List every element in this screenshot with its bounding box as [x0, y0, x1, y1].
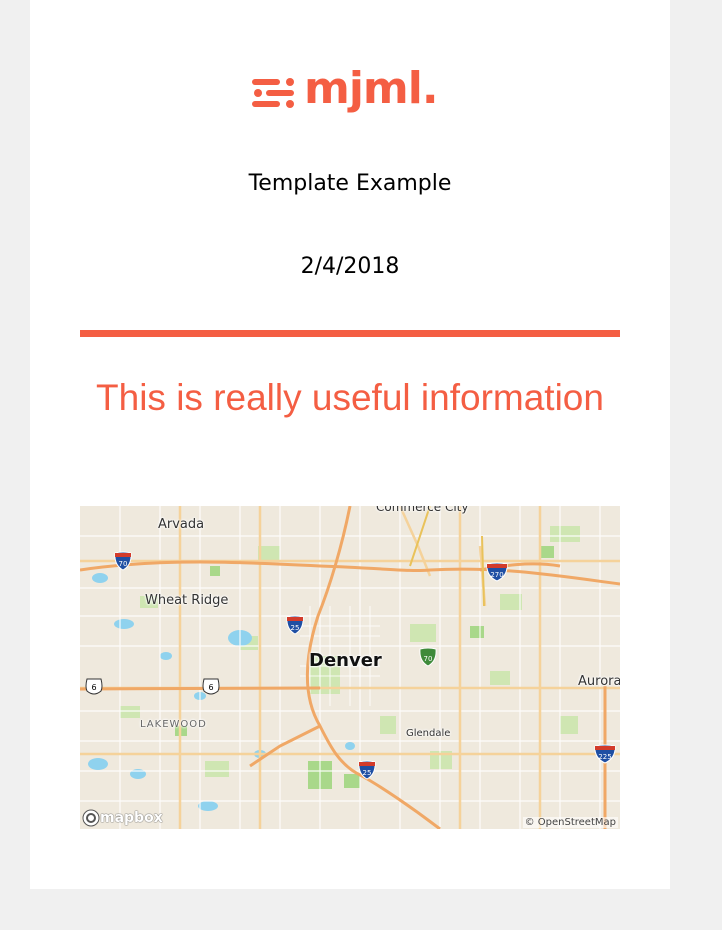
shield-i70-center-label: 70	[424, 655, 433, 663]
email-card: mjml. Template Example 2/4/2018 This is …	[30, 0, 670, 889]
map-label-lakewood: LAKEWOOD	[140, 719, 207, 730]
map-attribution[interactable]: © OpenStreetMap	[522, 817, 618, 828]
shield-i25-south-label: 25	[363, 769, 372, 777]
map-label-glendale: Glendale	[406, 728, 451, 739]
shield-us6-center-label: 6	[208, 683, 213, 692]
interstate-shield-icon: 225	[594, 744, 616, 764]
interstate-shield-icon: 70	[114, 551, 132, 571]
shield-i225-label: 225	[598, 753, 611, 761]
shield-i70-west-label: 70	[119, 560, 128, 568]
shield-us6-west-label: 6	[91, 683, 96, 692]
interstate-shield-icon: 25	[286, 615, 304, 635]
map-label-arvada: Arvada	[158, 517, 205, 532]
headline: This is really useful information	[96, 377, 604, 418]
map-label-wheat-ridge: Wheat Ridge	[145, 593, 229, 608]
us-route-shield-icon: 6	[202, 678, 220, 695]
shield-i270-label: 270	[490, 571, 503, 579]
map-label-aurora: Aurora	[578, 674, 620, 689]
mjml-logo[interactable]: mjml.	[250, 58, 460, 128]
date-text: 2/4/2018	[300, 254, 400, 279]
divider	[80, 330, 620, 337]
map-label-commerce-city: Commerce City	[376, 506, 469, 514]
mjml-logo-icon	[252, 78, 294, 108]
interstate-shield-icon: 70	[419, 647, 437, 667]
map-image[interactable]: 70 270 25 70 6 6 25 225 Commerce City Ar…	[80, 506, 620, 829]
us-route-shield-icon: 6	[85, 678, 103, 695]
interstate-shield-icon: 25	[358, 760, 376, 780]
shield-i25-north-label: 25	[291, 624, 300, 632]
logo-wordmark: mjml.	[304, 63, 439, 114]
interstate-shield-icon: 270	[486, 562, 508, 582]
map-label-denver: Denver	[309, 650, 382, 671]
mapbox-logo-text: mapbox	[100, 810, 163, 826]
mapbox-logo-icon	[82, 809, 100, 827]
mapbox-logo[interactable]: mapbox	[82, 809, 163, 827]
template-title: Template Example	[248, 171, 452, 196]
